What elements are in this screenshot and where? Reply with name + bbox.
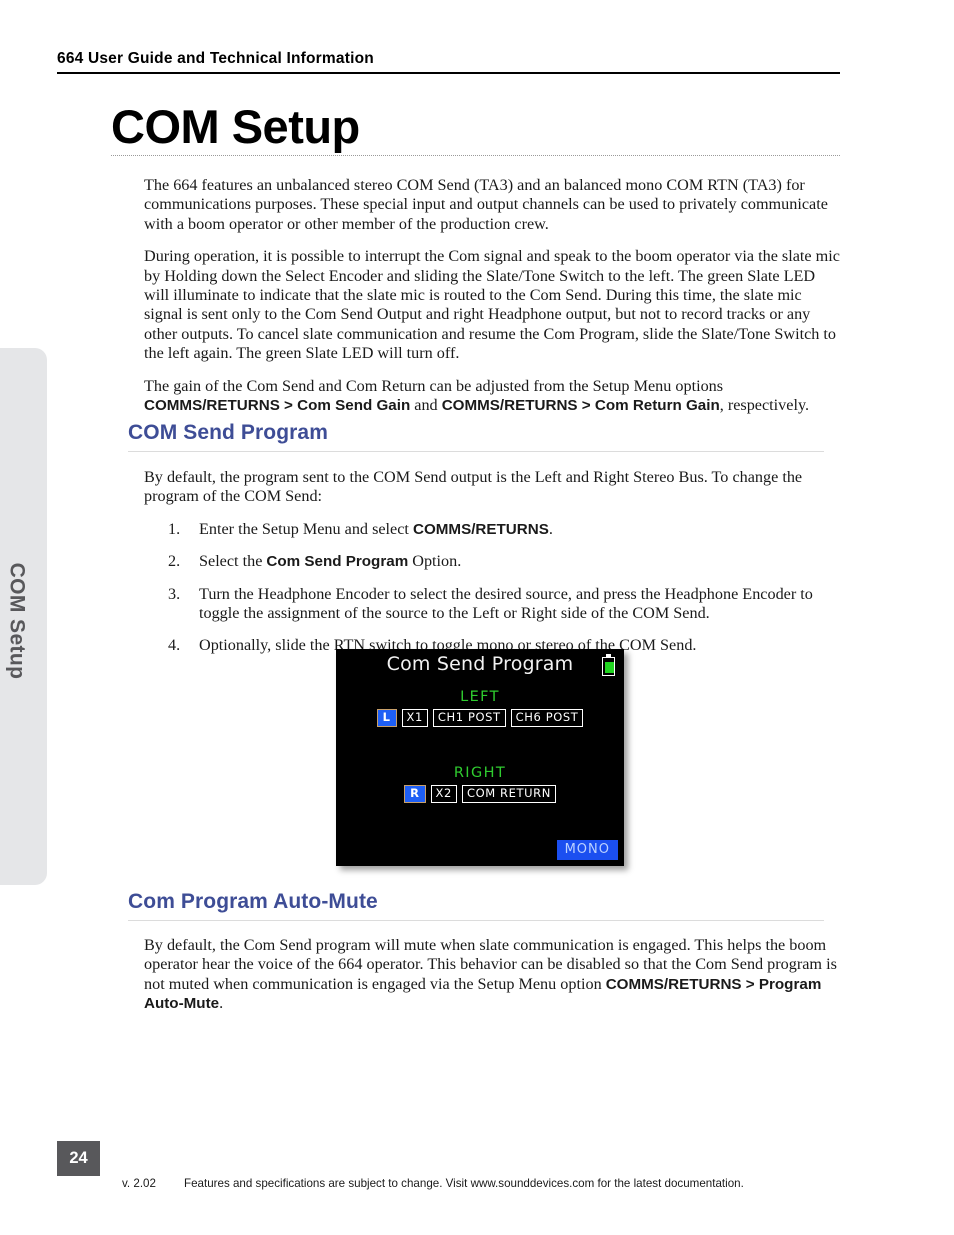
footer-notice-text: Features and specifications are subject …: [184, 1177, 744, 1190]
list-item-bold: Com Send Program: [266, 553, 409, 571]
battery-fill: [604, 662, 615, 674]
section-com-program-auto-mute: Com Program Auto-Mute: [128, 890, 824, 921]
document-page: 664 User Guide and Technical Information…: [0, 0, 954, 1235]
page-number-badge: 24: [57, 1141, 100, 1176]
battery-body: [602, 657, 615, 676]
lcd-chip-right-side[interactable]: R: [404, 785, 426, 803]
list-item-number: 1.: [168, 519, 181, 538]
intro-p3-tail: , respectively.: [719, 396, 810, 415]
list-item-number: 4.: [168, 636, 181, 655]
battery-icon: [602, 654, 615, 676]
lcd-screenshot-figure: Com Send Program LEFT L X1 CH1 POST CH6 …: [336, 649, 624, 866]
lcd-chip-left-ch1-post[interactable]: CH1 POST: [432, 709, 506, 727]
lcd-right-chip-row: R X2 COM RETURN: [336, 785, 624, 803]
section-com-send-program: COM Send Program: [128, 421, 824, 452]
lcd-screen: Com Send Program LEFT L X1 CH1 POST CH6 …: [336, 649, 624, 866]
menu-path-com-send-gain: COMMS/RETURNS > Com Send Gain: [144, 397, 411, 415]
chapter-side-tab-label-wrap: COM Setup: [0, 348, 47, 885]
list-item: 2. Select the Com Send Program Option.: [144, 552, 840, 571]
auto-mute-tail: .: [219, 994, 224, 1013]
list-item-number: 3.: [168, 584, 181, 603]
lcd-chip-right-com-return[interactable]: COM RETURN: [461, 785, 556, 803]
intro-paragraph-1: The 664 features an unbalanced stereo CO…: [144, 176, 828, 233]
chapter-side-tab-label: COM Setup: [5, 562, 29, 679]
running-header-title: 664 User Guide and Technical Information: [57, 50, 374, 67]
lcd-right-group-label: RIGHT: [453, 765, 507, 781]
section-rule-com-send-program: [128, 451, 824, 452]
auto-mute-body: By default, the Com Send program will mu…: [144, 936, 840, 1014]
page-title: COM Setup: [111, 100, 360, 153]
list-item: 3. Turn the Headphone Encoder to select t…: [144, 585, 840, 624]
com-send-program-steps: 1. Enter the Setup Menu and select COMMS/…: [144, 520, 840, 656]
list-item-tail: Option.: [408, 552, 462, 571]
intro-body: The 664 features an unbalanced stereo CO…: [144, 176, 840, 415]
lcd-screen-title: Com Send Program: [386, 653, 574, 675]
intro-p3-mid: and: [410, 396, 442, 415]
list-item-number: 2.: [168, 552, 181, 571]
list-item-lead: Turn the Headphone Encoder to select the…: [199, 584, 813, 623]
lcd-mode-badge-mono[interactable]: MONO: [556, 840, 618, 860]
com-send-program-intro: By default, the program sent to the COM …: [144, 468, 803, 506]
lcd-left-chip-row: L X1 CH1 POST CH6 POST: [336, 709, 624, 727]
footer-version: v. 2.02: [122, 1177, 156, 1190]
section-heading-com-program-auto-mute: Com Program Auto-Mute: [128, 890, 378, 913]
list-item-lead: Select the: [199, 552, 267, 571]
chapter-title-block: COM Setup: [111, 100, 840, 156]
lcd-chip-left-x1[interactable]: X1: [401, 709, 428, 727]
menu-path-com-return-gain: COMMS/RETURNS > Com Return Gain: [441, 397, 720, 415]
running-header-rule: [57, 72, 840, 74]
running-header: 664 User Guide and Technical Information: [57, 50, 840, 74]
com-send-program-body: By default, the program sent to the COM …: [144, 468, 840, 656]
section-heading-com-send-program: COM Send Program: [128, 421, 328, 444]
list-item-bold: COMMS/RETURNS: [412, 520, 549, 538]
lcd-chip-left-ch6-post[interactable]: CH6 POST: [510, 709, 584, 727]
chapter-title-rule: [111, 155, 840, 156]
list-item-lead: Enter the Setup Menu and select: [199, 519, 413, 538]
lcd-chip-right-x2[interactable]: X2: [430, 785, 457, 803]
intro-paragraph-3: The gain of the Com Send and Com Return …: [144, 377, 840, 416]
list-item: 1. Enter the Setup Menu and select COMMS/…: [144, 520, 840, 539]
footer-notice: v. 2.02 Features and specifications are s…: [122, 1177, 744, 1190]
auto-mute-paragraph: By default, the Com Send program will mu…: [144, 936, 840, 1014]
section-rule-auto-mute: [128, 920, 824, 921]
intro-p3-lead: The gain of the Com Send and Com Return …: [144, 376, 724, 395]
lcd-chip-left-side[interactable]: L: [376, 709, 397, 727]
chapter-side-tab: COM Setup: [0, 348, 47, 885]
intro-paragraph-2: During operation, it is possible to inte…: [144, 247, 840, 363]
list-item-tail: .: [548, 519, 553, 538]
lcd-left-group-label: LEFT: [460, 689, 500, 705]
